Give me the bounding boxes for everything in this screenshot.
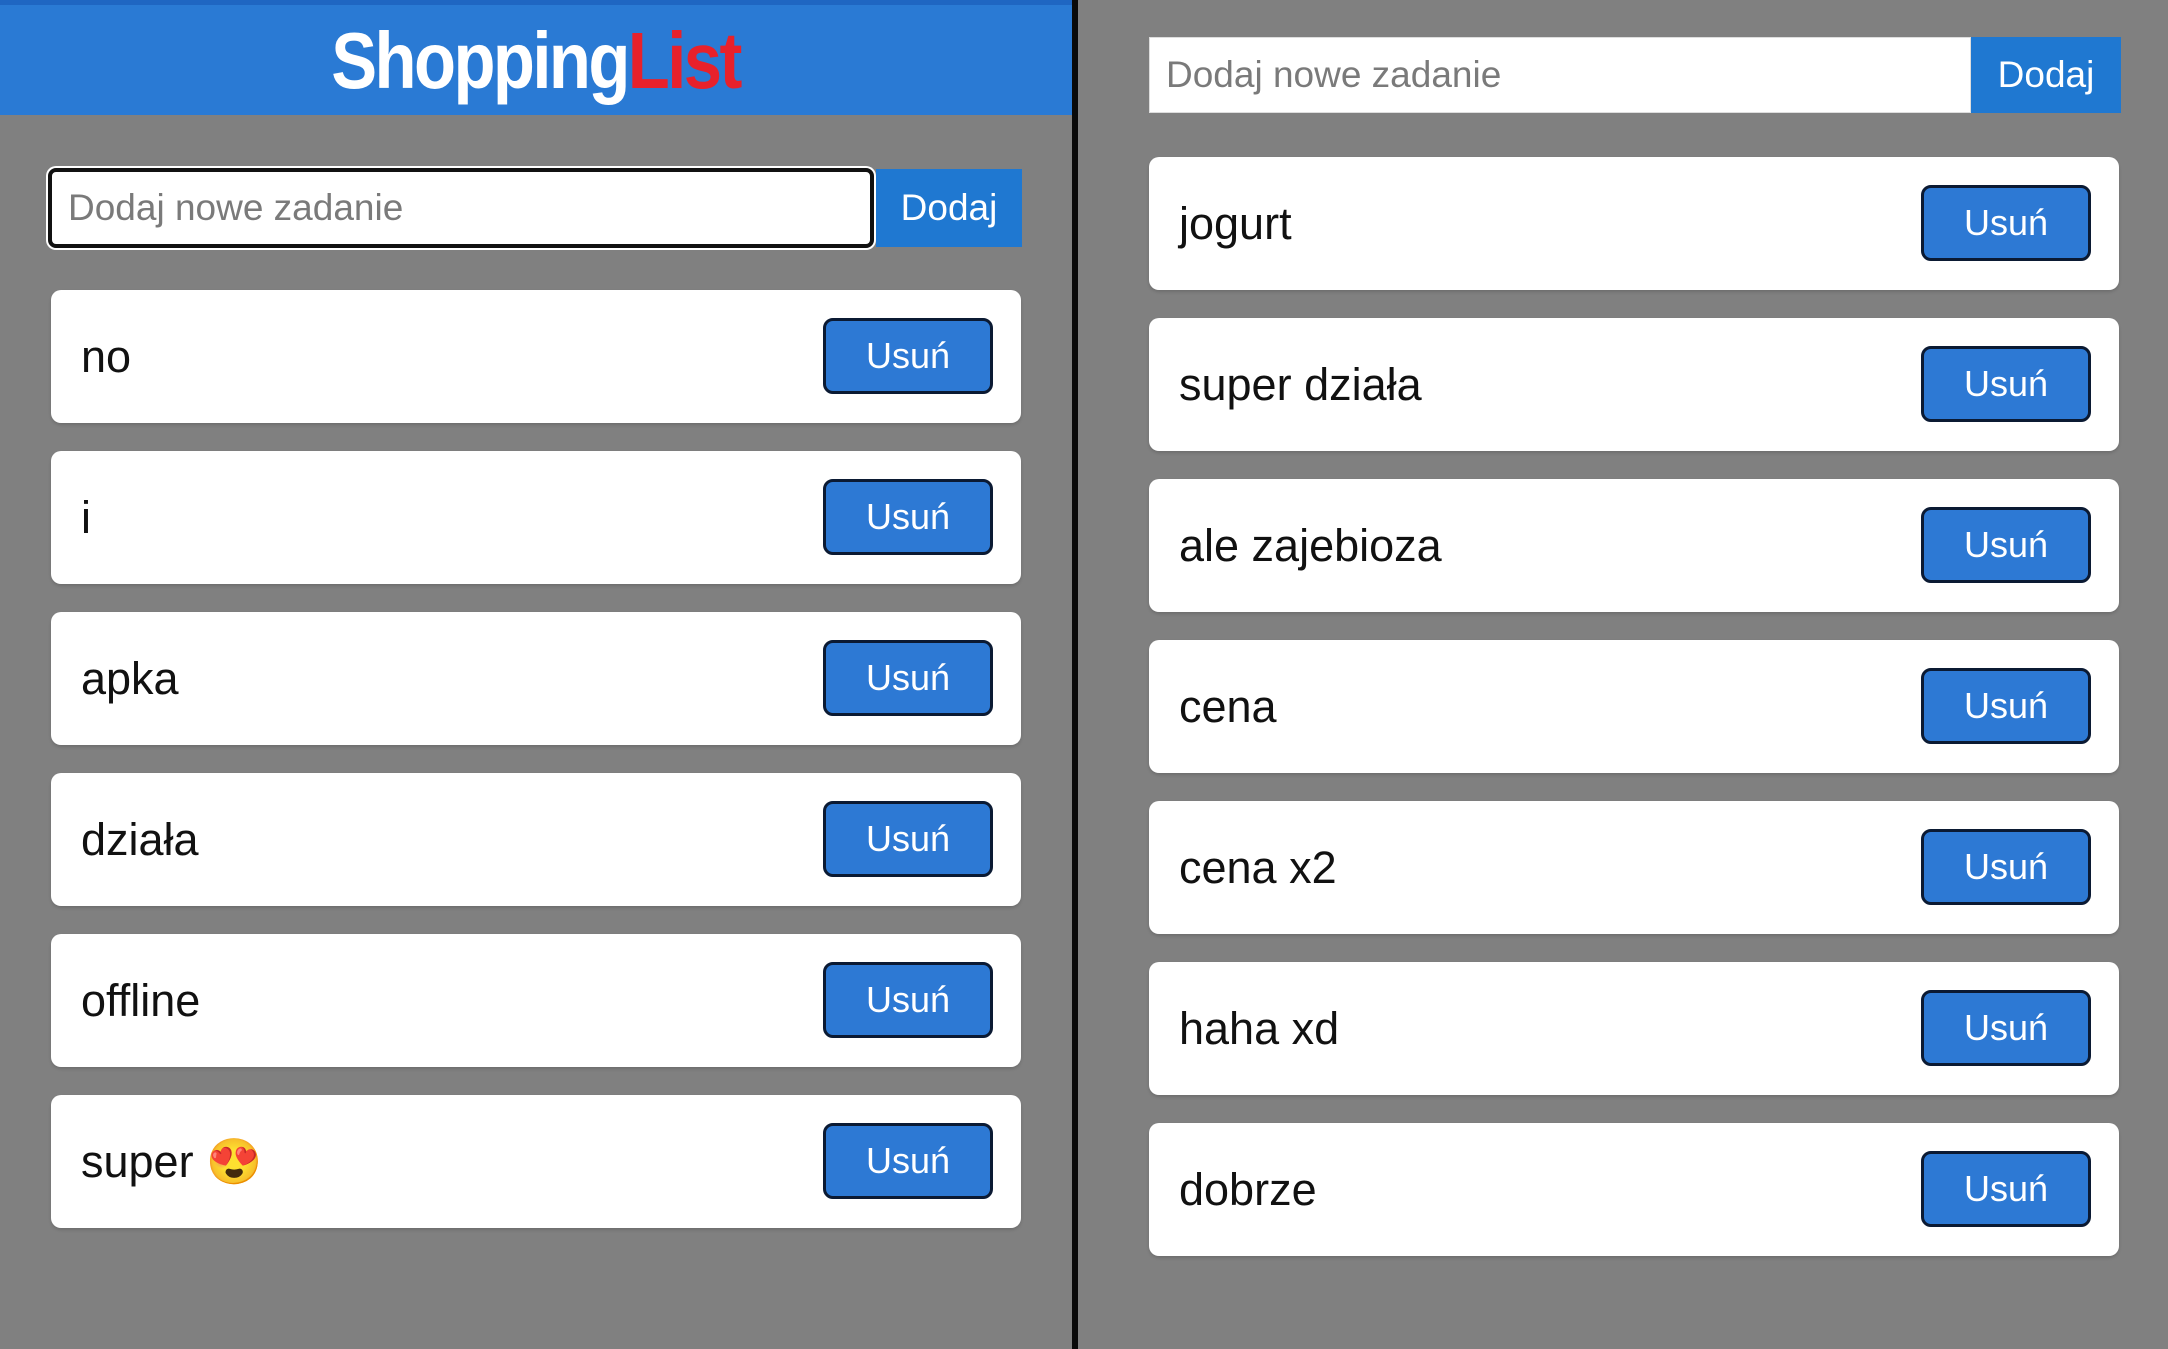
item-text: super działa — [1179, 359, 1422, 410]
delete-button[interactable]: Usuń — [1921, 1151, 2091, 1227]
item-text: cena — [1179, 681, 1277, 732]
new-task-input[interactable] — [1149, 37, 1971, 113]
item-text: haha xd — [1179, 1003, 1340, 1054]
left-screen: ShoppingList Dodaj no Usuń i Usuń apka U… — [0, 0, 1072, 1349]
delete-button[interactable]: Usuń — [823, 962, 993, 1038]
item-text: cena x2 — [1179, 842, 1337, 893]
delete-button[interactable]: Usuń — [823, 318, 993, 394]
delete-button[interactable]: Usuń — [823, 1123, 993, 1199]
item-text: offline — [81, 975, 201, 1026]
delete-button[interactable]: Usuń — [1921, 507, 2091, 583]
item-text: super 😍 — [81, 1136, 263, 1187]
add-button[interactable]: Dodaj — [1971, 37, 2121, 113]
item-text: ale zajebioza — [1179, 520, 1442, 571]
delete-button[interactable]: Usuń — [1921, 829, 2091, 905]
app-title-list: List — [628, 16, 743, 105]
list-item: haha xd Usuń — [1149, 962, 2119, 1095]
shopping-list: jogurt Usuń super działa Usuń ale zajebi… — [1149, 157, 2119, 1284]
add-button[interactable]: Dodaj — [876, 169, 1022, 247]
item-text: jogurt — [1179, 198, 1292, 249]
list-item: i Usuń — [51, 451, 1021, 584]
delete-button[interactable]: Usuń — [1921, 668, 2091, 744]
list-item: offline Usuń — [51, 934, 1021, 1067]
list-item: apka Usuń — [51, 612, 1021, 745]
delete-button[interactable]: Usuń — [823, 801, 993, 877]
list-item: super 😍 Usuń — [51, 1095, 1021, 1228]
item-text: apka — [81, 653, 179, 704]
delete-button[interactable]: Usuń — [1921, 346, 2091, 422]
delete-button[interactable]: Usuń — [1921, 990, 2091, 1066]
list-item: cena x2 Usuń — [1149, 801, 2119, 934]
item-text: działa — [81, 814, 199, 865]
app-title-logo: ShoppingList — [331, 13, 743, 109]
delete-button[interactable]: Usuń — [1921, 185, 2091, 261]
new-task-input[interactable] — [48, 168, 874, 248]
delete-button[interactable]: Usuń — [823, 479, 993, 555]
delete-button[interactable]: Usuń — [823, 640, 993, 716]
list-item: dobrze Usuń — [1149, 1123, 2119, 1256]
list-item: cena Usuń — [1149, 640, 2119, 773]
item-text: no — [81, 331, 132, 382]
app-header: ShoppingList — [0, 0, 1072, 115]
list-item: działa Usuń — [51, 773, 1021, 906]
list-item: ale zajebioza Usuń — [1149, 479, 2119, 612]
add-task-form: Dodaj — [1149, 37, 2121, 113]
list-item: super działa Usuń — [1149, 318, 2119, 451]
list-item: no Usuń — [51, 290, 1021, 423]
item-text: i — [81, 492, 91, 543]
app-title-shopping: Shopping — [331, 16, 631, 105]
item-text: dobrze — [1179, 1164, 1317, 1215]
add-task-form: Dodaj — [48, 168, 1022, 248]
list-item: jogurt Usuń — [1149, 157, 2119, 290]
shopping-list: no Usuń i Usuń apka Usuń działa Usuń off… — [51, 290, 1021, 1256]
